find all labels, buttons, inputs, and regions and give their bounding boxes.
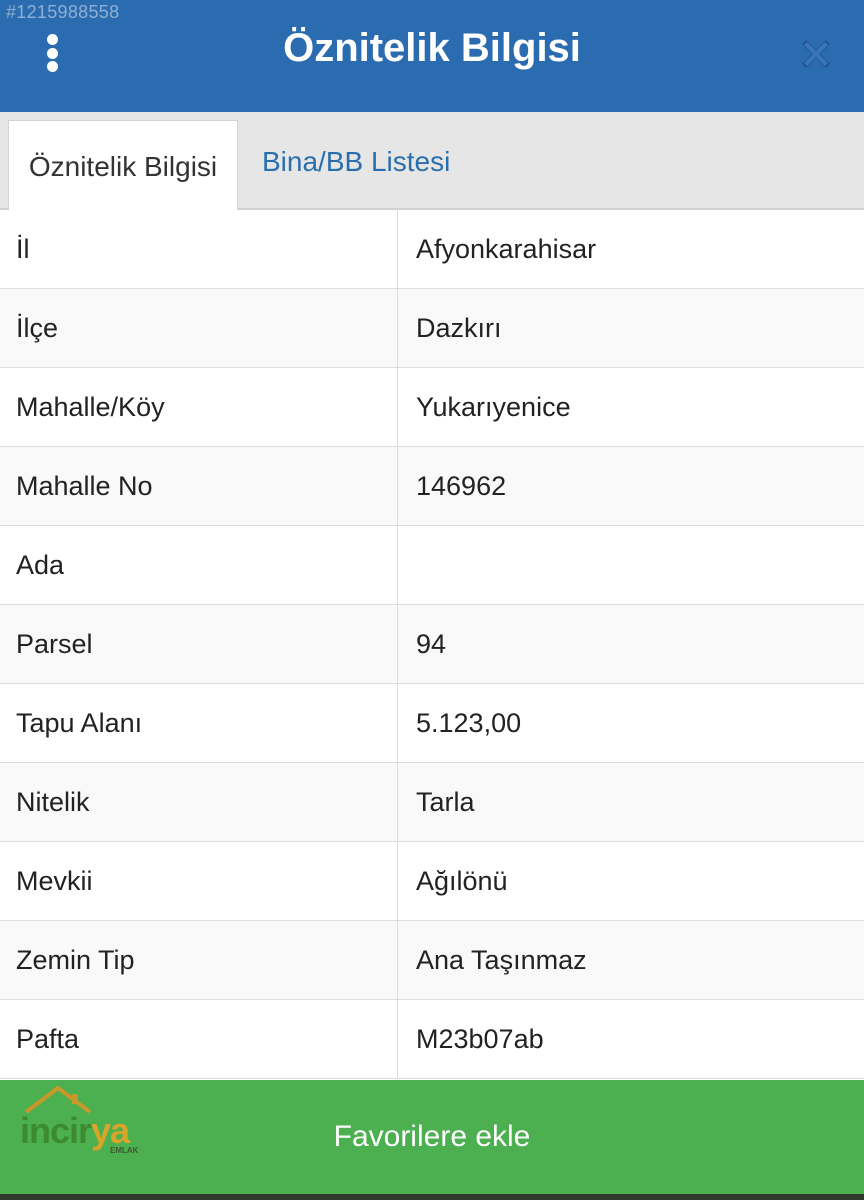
listing-id-watermark: #1215988558 (6, 2, 120, 22)
attribute-key: İl (0, 210, 398, 288)
tab-building-list[interactable]: Bina/BB Listesi (262, 146, 450, 178)
attribute-value: 5.123,00 (416, 707, 522, 738)
table-row: Mevkii Ağılönü (0, 842, 864, 921)
app-header: #1215988558 Öznitelik Bilgisi (0, 0, 864, 112)
attribute-key: Tapu Alanı (0, 684, 398, 762)
attribute-key: Mevkii (0, 842, 398, 920)
attribute-key: Pafta (0, 1000, 398, 1078)
table-row: Zemin Tip Ana Taşınmaz (0, 921, 864, 1000)
table-row: Mahalle/Köy Yukarıyenice (0, 368, 864, 447)
attribute-key: Mahalle/Köy (0, 368, 398, 446)
attribute-table: İl Afyonkarahisar İlçe Dazkırı Mahalle/Köy Yu… (0, 210, 864, 1079)
attribute-key: İlçe (0, 289, 398, 367)
attribute-value: 146962 (416, 470, 507, 501)
table-row: Parsel 94 (0, 605, 864, 684)
table-row: Nitelik Tarla (0, 763, 864, 842)
bottom-edge (0, 1194, 864, 1200)
tab-attribute-info[interactable]: Öznitelik Bilgisi (8, 120, 238, 212)
attribute-value: Afyonkarahisar (416, 233, 597, 264)
attribute-value: 94 (416, 628, 447, 659)
attribute-key: Zemin Tip (0, 921, 398, 999)
attribute-value: Tarla (416, 786, 475, 817)
table-row: İl Afyonkarahisar (0, 210, 864, 289)
attribute-key: Nitelik (0, 763, 398, 841)
table-row: İlçe Dazkırı (0, 289, 864, 368)
attribute-key: Mahalle No (0, 447, 398, 525)
attribute-value: Ana Taşınmaz (416, 944, 587, 975)
table-row: Tapu Alanı 5.123,00 (0, 684, 864, 763)
attribute-value: Yukarıyenice (416, 391, 571, 422)
close-icon[interactable] (796, 34, 836, 74)
add-favorites-label: Favorilere ekle (333, 1120, 531, 1153)
tab-bar: Öznitelik Bilgisi Bina/BB Listesi (0, 112, 864, 212)
page-title: Öznitelik Bilgisi (283, 26, 581, 70)
attribute-value: Dazkırı (416, 312, 502, 343)
brand-logo: incirya EMLAK (18, 1082, 148, 1158)
table-row: Mahalle No 146962 (0, 447, 864, 526)
attribute-value: M23b07ab (416, 1023, 544, 1054)
attribute-value (398, 526, 864, 604)
logo-subtext: EMLAK (110, 1146, 139, 1155)
table-row: Ada (0, 526, 864, 605)
attribute-key: Ada (0, 526, 398, 604)
attribute-value: Ağılönü (416, 865, 508, 896)
attribute-key: Parsel (0, 605, 398, 683)
table-row: Pafta M23b07ab (0, 1000, 864, 1079)
